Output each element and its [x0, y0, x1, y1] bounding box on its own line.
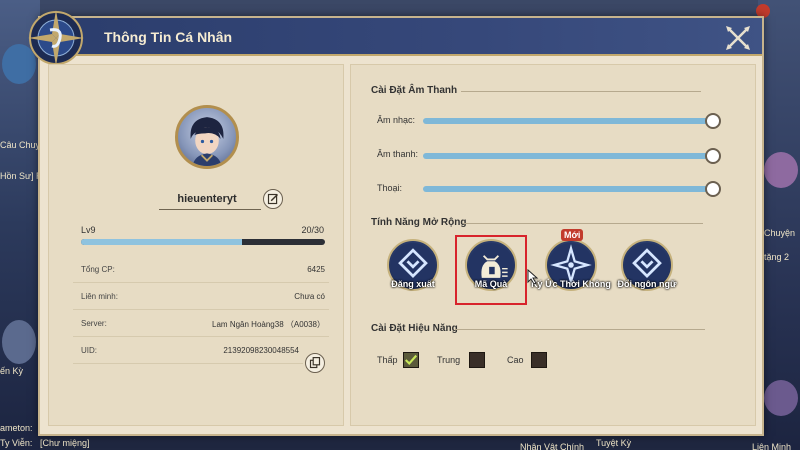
compass-emblem-icon — [28, 10, 84, 66]
music-slider-knob[interactable] — [705, 113, 721, 129]
new-badge: Mới — [561, 229, 584, 241]
perf-low-checkbox[interactable] — [403, 352, 419, 368]
player-name: hieuenteryt — [177, 193, 237, 205]
bottom-nav-3[interactable]: Liên Minh — [752, 442, 791, 450]
edit-name-icon[interactable] — [263, 189, 283, 209]
info-row-cp: Tổng CP: 6425 — [73, 259, 329, 283]
character-portrait-right — [764, 152, 798, 188]
info-row-server: Server: Lam Ngân Hoàng38 （A0038） — [73, 313, 329, 337]
chat-placeholder[interactable]: [Chư miệng] — [40, 438, 90, 448]
time-memory-button[interactable]: Mới Ký Ức Thời Không — [531, 229, 611, 313]
close-icon[interactable] — [722, 22, 754, 54]
gift-code-highlight — [455, 235, 527, 305]
exp-bar — [81, 239, 325, 245]
sound-section-title: Cài Đặt Âm Thanh — [371, 85, 458, 96]
bg-right-text-1: Chuyện — [764, 228, 796, 238]
logout-label: Đăng xuất — [391, 279, 435, 289]
alliance-value: Chưa có — [294, 292, 325, 301]
perf-high-checkbox[interactable] — [531, 352, 547, 368]
info-row-alliance: Liên minh: Chưa có — [73, 286, 329, 310]
exp-bar-fill — [81, 239, 243, 245]
bg-text-3: ến Kỳ — [0, 366, 24, 376]
avatar[interactable] — [175, 105, 239, 169]
bottom-nav-2[interactable]: Tuyệt Kỳ — [596, 438, 631, 448]
exp-text: 20/30 — [301, 225, 324, 235]
bg-text-5: Ty Viễn: — [0, 438, 33, 448]
music-label: Âm nhạc: — [377, 115, 416, 125]
features-divider — [463, 223, 703, 224]
bg-right-text-2: tặng 2 — [764, 252, 790, 262]
level-label: Lv9 — [81, 225, 96, 235]
uid-label: UID: — [81, 346, 97, 355]
copy-uid-icon[interactable] — [305, 353, 325, 373]
character-portrait-left-2 — [2, 320, 36, 364]
character-portrait-right-2 — [764, 380, 798, 416]
voice-label: Thoại: — [377, 183, 403, 193]
change-language-button[interactable]: Đổi ngôn ngữ — [617, 239, 677, 313]
cp-label: Tổng CP: — [81, 265, 115, 274]
features-section-title: Tính Năng Mở Rộng — [371, 217, 467, 228]
perf-high-label: Cao — [507, 355, 524, 365]
perf-mid-label: Trung — [437, 355, 461, 365]
modal-title: Thông Tin Cá Nhân — [104, 29, 233, 45]
server-label: Server: — [81, 319, 107, 328]
bottom-nav-1[interactable]: Nhân Vật Chính — [520, 442, 584, 450]
name-underline — [159, 209, 261, 210]
title-bar: Thông Tin Cá Nhân — [28, 10, 762, 66]
logout-button[interactable]: Đăng xuất — [383, 239, 443, 313]
sfx-label: Âm thanh: — [377, 149, 419, 159]
voice-slider-track[interactable] — [423, 186, 713, 192]
bg-text-4: ameton: — [0, 423, 33, 433]
info-row-uid: UID: 21392098230048554 — [73, 340, 303, 364]
performance-section-title: Cài Đặt Hiệu Năng — [371, 323, 458, 334]
performance-divider — [455, 329, 705, 330]
alliance-label: Liên minh: — [81, 292, 118, 301]
sound-divider — [461, 91, 701, 92]
perf-low-label: Thấp — [377, 355, 398, 365]
mouse-cursor-icon — [527, 269, 539, 285]
voice-slider-knob[interactable] — [705, 181, 721, 197]
character-avatar-icon — [190, 117, 224, 166]
music-slider-track[interactable] — [423, 118, 713, 124]
profile-panel: hieuenteryt Lv9 20/30 Tổng CP: 6425 Liên… — [48, 64, 344, 426]
profile-modal: Thông Tin Cá Nhân hieuenteryt Lv9 20/30 … — [28, 10, 764, 436]
server-value: Lam Ngân Hoàng38 （A0038） — [212, 320, 325, 329]
sfx-slider-track[interactable] — [423, 153, 713, 159]
settings-panel: Cài Đặt Âm Thanh Âm nhạc: Âm thanh: Thoạ… — [350, 64, 756, 426]
checkmark-icon — [405, 354, 418, 366]
change-language-label: Đổi ngôn ngữ — [617, 279, 677, 289]
cp-value: 6425 — [307, 265, 325, 274]
uid-value: 21392098230048554 — [223, 346, 299, 355]
time-memory-label: Ký Ức Thời Không — [531, 279, 611, 289]
sfx-slider-knob[interactable] — [705, 148, 721, 164]
perf-mid-checkbox[interactable] — [469, 352, 485, 368]
